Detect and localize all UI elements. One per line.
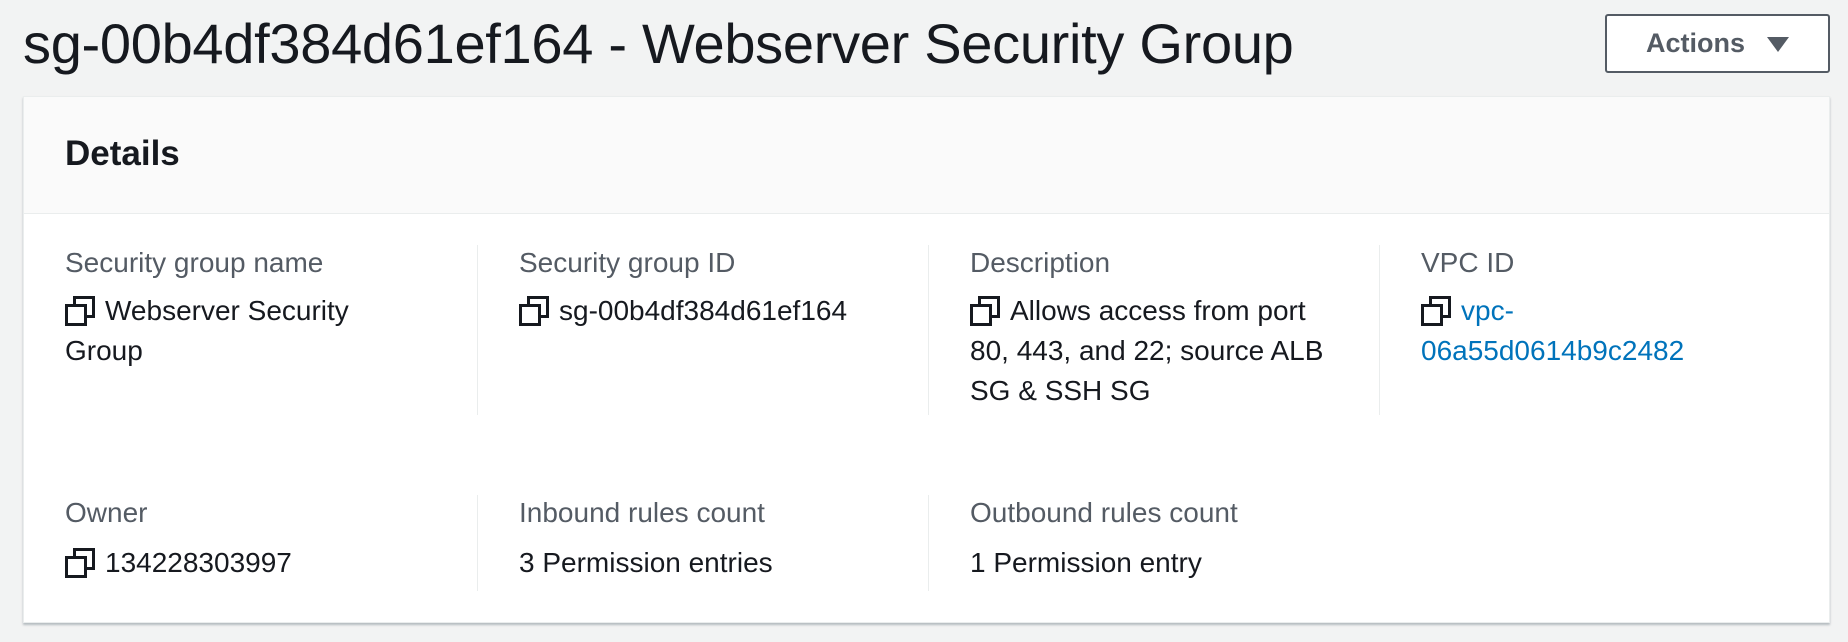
owner-value: 134228303997 [65, 543, 445, 583]
owner-text: 134228303997 [105, 547, 292, 578]
outbound-rules-count-value: 1 Permission entry [970, 547, 1202, 578]
outbound-rules-count-label: Outbound rules count [970, 497, 1238, 528]
caret-down-icon [1767, 37, 1789, 52]
page-title: sg-00b4df384d61ef164 - Webserver Securit… [23, 12, 1294, 75]
details-title: Details [65, 134, 180, 173]
field-security-group-id: Security group ID sg-00b4df384d61ef164 [477, 245, 928, 415]
inbound-rules-count-label: Inbound rules count [519, 497, 765, 528]
description-text: Allows access from port 80, 443, and 22;… [970, 295, 1324, 406]
field-inbound-rules-count: Inbound rules count 3 Permission entries [477, 495, 928, 591]
field-outbound-rules-count: Outbound rules count 1 Permission entry [928, 495, 1379, 591]
description-value: Allows access from port 80, 443, and 22;… [970, 291, 1345, 411]
page-header: sg-00b4df384d61ef164 - Webserver Securit… [0, 0, 1848, 96]
vpc-id-value: vpc- 06a55d0614b9c2482 [1421, 291, 1796, 371]
security-group-name-label: Security group name [65, 247, 324, 278]
vpc-id-label: VPC ID [1421, 247, 1515, 278]
copy-icon[interactable] [65, 296, 95, 326]
inbound-rules-count-value: 3 Permission entries [519, 547, 773, 578]
field-security-group-name: Security group name Webserver Security G… [65, 245, 475, 415]
copy-icon[interactable] [970, 296, 1000, 326]
actions-button-label: Actions [1645, 28, 1745, 58]
details-panel-header: Details [24, 97, 1829, 214]
vpc-id-link-line1: vpc- [1461, 295, 1514, 326]
copy-icon[interactable] [519, 296, 549, 326]
field-owner: Owner 134228303997 [65, 495, 475, 591]
security-group-id-label: Security group ID [519, 247, 736, 278]
copy-icon[interactable] [1421, 296, 1451, 326]
copy-icon[interactable] [65, 548, 95, 578]
description-label: Description [970, 247, 1111, 278]
actions-button[interactable]: Actions [1605, 14, 1830, 73]
security-group-id-value: sg-00b4df384d61ef164 [519, 291, 919, 331]
field-description: Description Allows access from port 80, … [928, 245, 1379, 415]
security-group-name-text: Webserver Security Group [65, 295, 349, 366]
owner-label: Owner [65, 497, 148, 528]
details-panel: Details Security group name Webserver Se… [23, 96, 1830, 623]
security-group-name-value: Webserver Security Group [65, 291, 385, 371]
vpc-id-link-line2: 06a55d0614b9c2482 [1421, 335, 1685, 366]
field-vpc-id: VPC ID vpc- 06a55d0614b9c2482 [1379, 245, 1809, 415]
vpc-id-link[interactable]: vpc- 06a55d0614b9c2482 [1421, 295, 1684, 366]
security-group-id-text: sg-00b4df384d61ef164 [559, 295, 848, 326]
